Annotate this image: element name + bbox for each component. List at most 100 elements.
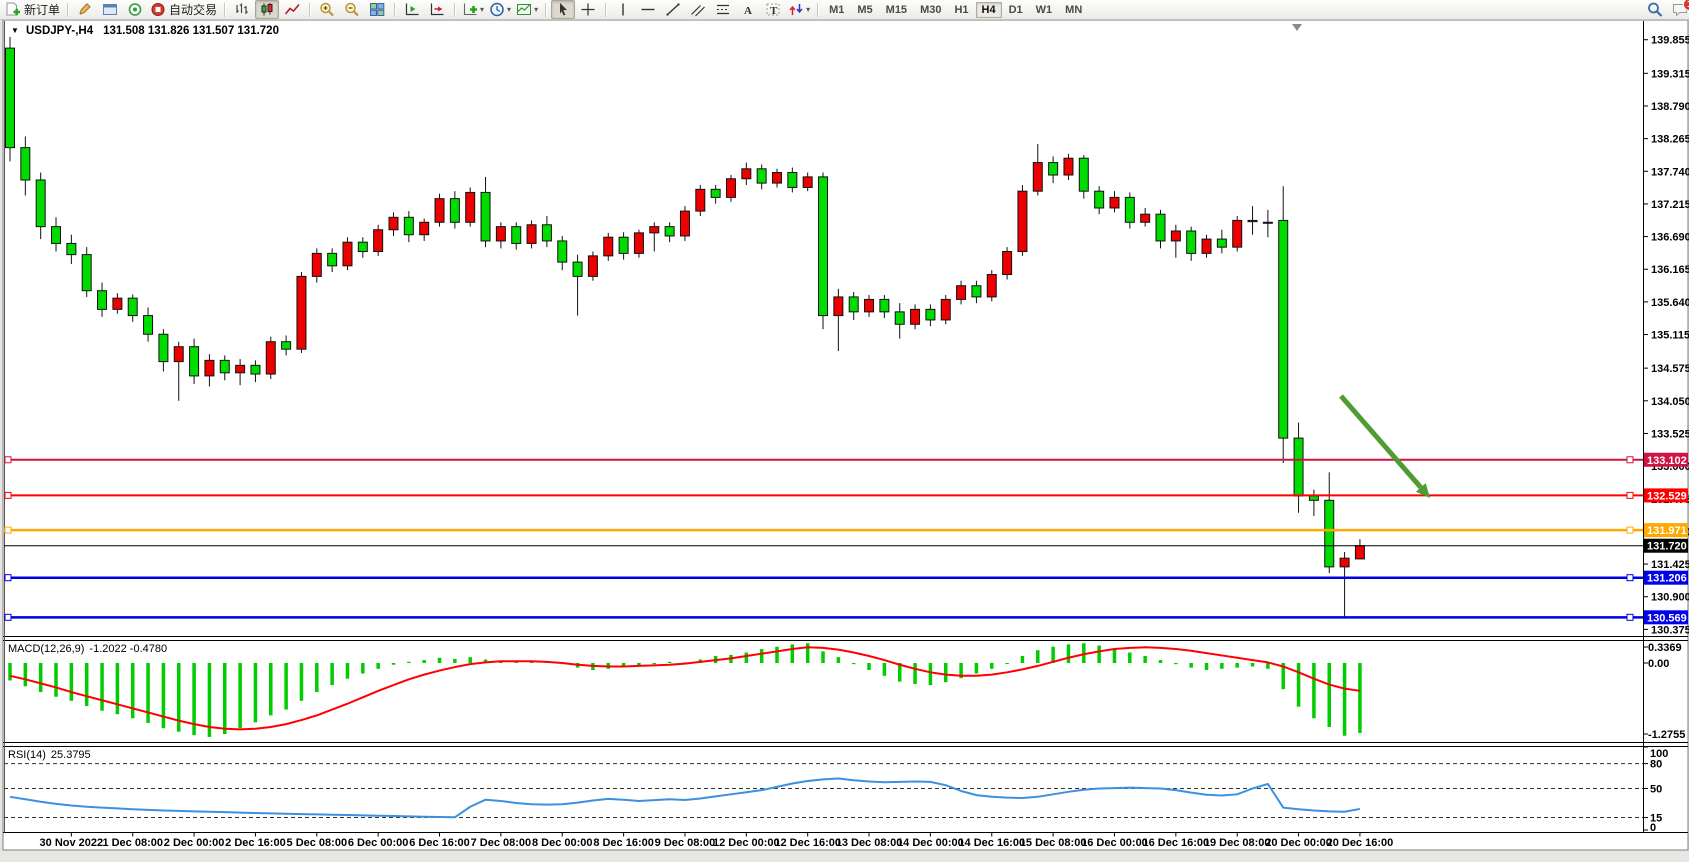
trendline-icon — [665, 2, 681, 17]
macd-histogram-bar — [1358, 663, 1362, 733]
price-tick-label: 136.165 — [1651, 264, 1689, 276]
crosshair-icon[interactable] — [576, 0, 600, 19]
candle — [573, 262, 582, 276]
timeframe-button-w1[interactable]: W1 — [1030, 2, 1059, 18]
macd-histogram-bar — [70, 663, 74, 701]
macd-histogram-bar — [975, 663, 979, 673]
candle — [404, 217, 413, 234]
line-handle[interactable] — [5, 492, 11, 498]
timeframe-button-mn[interactable]: MN — [1059, 2, 1088, 18]
zoom-in-icon[interactable] — [315, 0, 339, 19]
periods-icon[interactable]: ▾ — [487, 0, 513, 19]
arrow-objects-icon[interactable]: ▾ — [786, 0, 812, 19]
meta-editor-icon[interactable] — [73, 0, 97, 19]
meta-editor-icon — [77, 2, 93, 17]
svg-text:A: A — [744, 5, 752, 17]
chart-shift-icon[interactable] — [425, 0, 449, 19]
vertical-line-icon[interactable] — [611, 0, 635, 19]
line-handle[interactable] — [1627, 527, 1633, 533]
candle — [711, 189, 720, 197]
candle — [1110, 197, 1119, 208]
indicators-dropdown-caret[interactable]: ▾ — [480, 5, 484, 14]
price-tick-label: 133.525 — [1651, 428, 1689, 440]
line-handle[interactable] — [1627, 492, 1633, 498]
price-tick-label: 135.640 — [1651, 297, 1689, 309]
line-handle[interactable] — [5, 575, 11, 581]
templates-icon[interactable]: ▾ — [514, 0, 540, 19]
chart-collapse-icon[interactable]: ▼ — [11, 26, 19, 35]
timeframe-button-h1[interactable]: H1 — [948, 2, 974, 18]
candle — [819, 177, 828, 316]
line-chart-icon[interactable] — [280, 0, 304, 19]
macd-histogram-bar — [806, 643, 810, 663]
text-icon[interactable]: A — [736, 0, 760, 19]
templates-dropdown-caret[interactable]: ▾ — [534, 5, 538, 14]
chart-canvas[interactable]: 139.855139.315138.790138.265137.740137.2… — [0, 0, 1689, 857]
periods-dropdown-caret[interactable]: ▾ — [507, 5, 511, 14]
line-handle[interactable] — [5, 527, 11, 533]
candle — [987, 275, 996, 297]
auto-scroll-icon[interactable] — [400, 0, 424, 19]
candle — [21, 148, 30, 180]
arrow-objects-icon — [788, 2, 804, 17]
candle — [343, 242, 352, 266]
macd-histogram-bar — [1312, 663, 1316, 718]
line-handle[interactable] — [5, 457, 11, 463]
cursor-icon[interactable] — [551, 0, 575, 19]
price-tick-label: 130.375 — [1651, 624, 1689, 636]
macd-histogram-bar — [162, 663, 166, 728]
bar-chart-icon[interactable] — [230, 0, 254, 19]
candle — [36, 180, 45, 227]
timeframe-button-m30[interactable]: M30 — [914, 2, 947, 18]
candle — [680, 211, 689, 236]
macd-histogram-bar — [1097, 646, 1101, 663]
line-handle[interactable] — [5, 614, 11, 620]
horizontal-line-icon[interactable] — [636, 0, 660, 19]
macd-histogram-bar — [1343, 663, 1347, 736]
line-handle[interactable] — [1627, 575, 1633, 581]
candle — [1095, 191, 1104, 208]
horizontal-line-icon — [640, 2, 656, 17]
tile-windows-icon[interactable] — [365, 0, 389, 19]
timeframe-button-m15[interactable]: M15 — [880, 2, 913, 18]
price-level-badge-label: 131.720 — [1647, 541, 1687, 553]
candle — [374, 230, 383, 252]
macd-histogram-bar — [1067, 644, 1071, 663]
terminal-window-icon[interactable] — [98, 0, 122, 19]
candle — [650, 227, 659, 233]
trendline-icon[interactable] — [661, 0, 685, 19]
time-tick-label: 14 Dec 16:00 — [958, 837, 1025, 849]
candle — [1202, 239, 1211, 253]
notifications-icon[interactable]: 1 — [1668, 0, 1689, 19]
macd-histogram-bar — [653, 663, 657, 664]
macd-histogram-bar — [1327, 663, 1331, 727]
macd-histogram-bar — [990, 663, 994, 669]
fibonacci-icon[interactable] — [711, 0, 735, 19]
zoom-out-icon[interactable] — [340, 0, 364, 19]
macd-histogram-bar — [468, 657, 472, 663]
time-tick-label: 1 Dec 08:00 — [102, 837, 163, 849]
candle — [128, 298, 137, 315]
signals-icon[interactable] — [123, 0, 147, 19]
toolbar-separator — [224, 3, 225, 17]
arrow-objects-dropdown-caret[interactable]: ▾ — [806, 5, 810, 14]
symbol-search-icon[interactable] — [1643, 0, 1667, 19]
macd-histogram-bar — [1297, 663, 1301, 707]
timeframe-button-m5[interactable]: M5 — [851, 2, 878, 18]
svg-text:T: T — [770, 5, 778, 17]
candle — [312, 253, 321, 276]
new-order-button[interactable]: 新订单 — [3, 0, 62, 19]
line-handle[interactable] — [1627, 614, 1633, 620]
timeframe-button-h4[interactable]: H4 — [976, 2, 1002, 18]
macd-histogram-bar — [346, 663, 350, 679]
line-handle[interactable] — [1627, 457, 1633, 463]
equidistant-channel-icon[interactable] — [686, 0, 710, 19]
auto-trading-button[interactable]: 自动交易 — [148, 0, 219, 19]
candle-chart-icon[interactable] — [255, 0, 279, 19]
text-label-icon[interactable]: T — [761, 0, 785, 19]
macd-histogram-bar — [238, 663, 242, 728]
timeframe-button-d1[interactable]: D1 — [1003, 2, 1029, 18]
timeframe-button-m1[interactable]: M1 — [823, 2, 850, 18]
indicators-icon[interactable]: ▾ — [460, 0, 486, 19]
candle — [634, 233, 643, 254]
